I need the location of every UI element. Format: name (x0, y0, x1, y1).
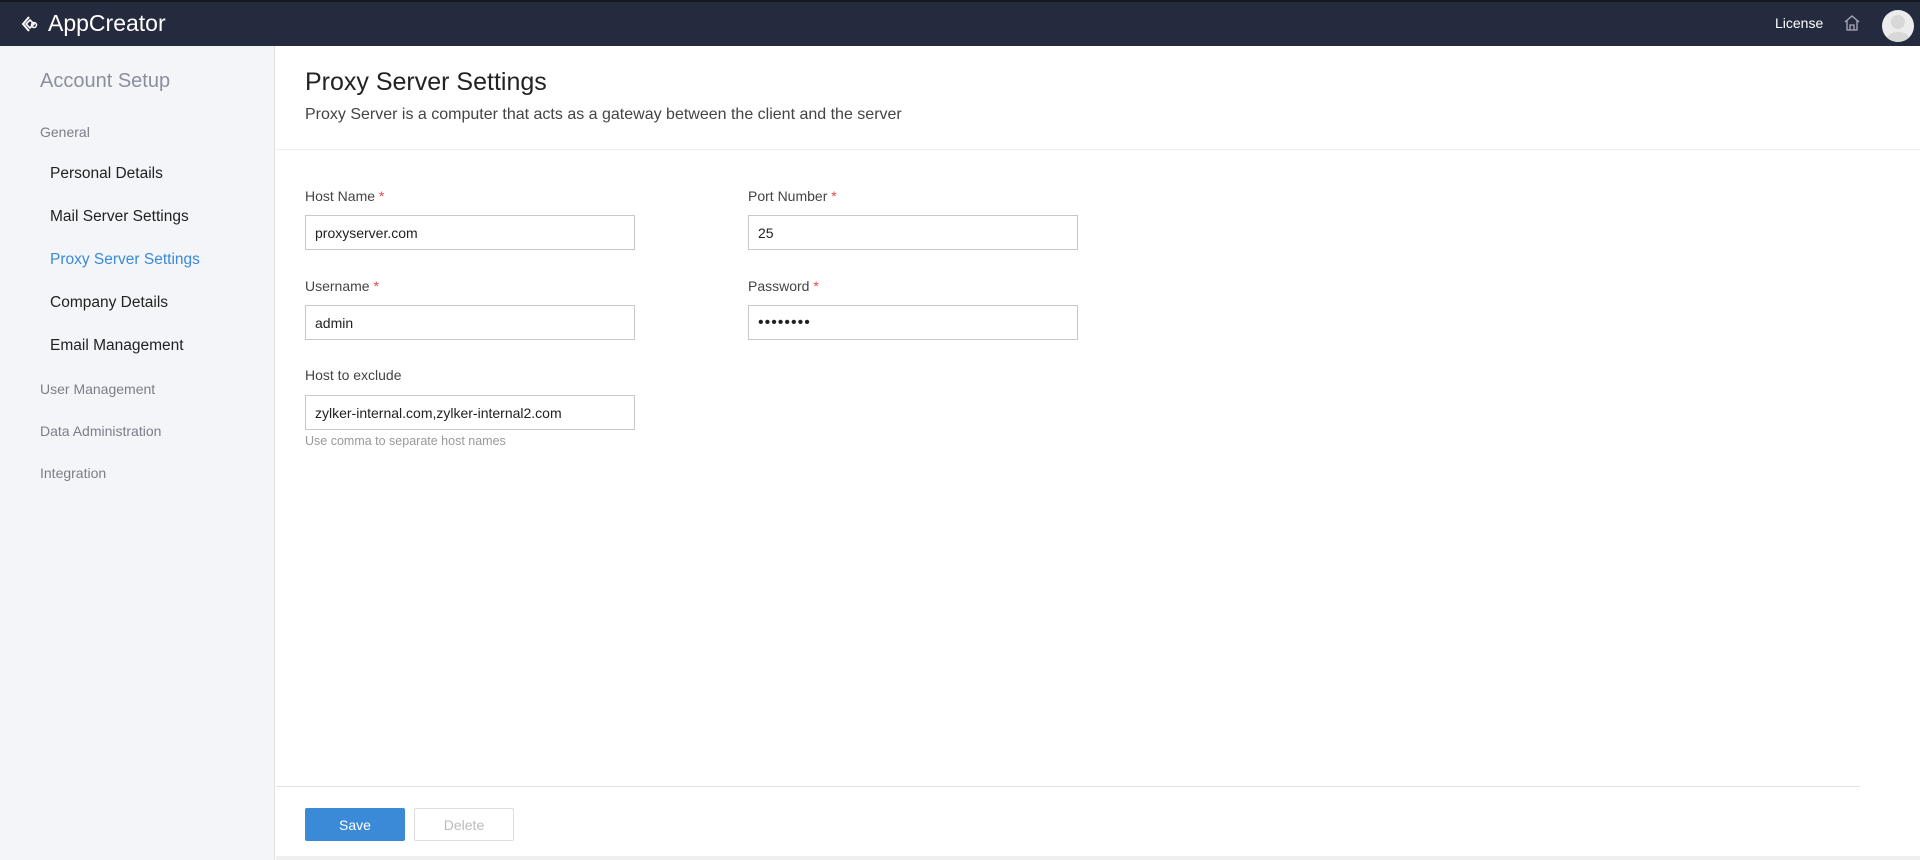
sidebar-section-general[interactable]: General (40, 124, 90, 140)
password-label: Password * (748, 278, 819, 294)
app-logo[interactable]: AppCreator (20, 10, 166, 37)
host-name-label: Host Name * (305, 188, 385, 204)
port-number-label: Port Number * (748, 188, 837, 204)
license-link[interactable]: License (1775, 15, 1823, 31)
user-icon (1886, 15, 1910, 42)
save-button[interactable]: Save (305, 808, 405, 841)
host-exclude-label: Host to exclude (305, 367, 402, 383)
host-exclude-hint: Use comma to separate host names (305, 434, 506, 448)
sidebar-section-data-administration[interactable]: Data Administration (40, 423, 161, 439)
appcreator-logo-icon (21, 15, 38, 32)
sidebar-title: Account Setup (40, 70, 171, 92)
top-bar: AppCreator License (0, 0, 1920, 46)
port-number-input[interactable] (748, 215, 1078, 250)
sidebar-item-proxy-server-settings[interactable]: Proxy Server Settings (50, 251, 200, 269)
host-name-input[interactable] (305, 215, 635, 250)
bottom-strip (276, 856, 1920, 860)
sidebar-section-integration[interactable]: Integration (40, 465, 106, 481)
divider (276, 149, 1920, 150)
footer-divider (276, 786, 1860, 787)
delete-button[interactable]: Delete (414, 808, 514, 841)
username-input[interactable] (305, 305, 635, 340)
page-subtitle: Proxy Server is a computer that acts as … (305, 106, 902, 123)
page-title: Proxy Server Settings (305, 68, 547, 96)
app-name: AppCreator (48, 10, 166, 36)
username-label: Username * (305, 278, 379, 294)
sidebar-item-company-details[interactable]: Company Details (50, 294, 168, 312)
sidebar-item-personal-details[interactable]: Personal Details (50, 165, 163, 183)
home-icon[interactable] (1843, 14, 1861, 32)
password-input[interactable] (748, 305, 1078, 340)
sidebar-section-user-management[interactable]: User Management (40, 381, 155, 397)
sidebar-item-email-management[interactable]: Email Management (50, 337, 184, 355)
sidebar-item-mail-server-settings[interactable]: Mail Server Settings (50, 208, 189, 226)
avatar[interactable] (1882, 10, 1914, 42)
host-exclude-input[interactable] (305, 395, 635, 430)
sidebar: Account Setup General Personal Details M… (0, 46, 275, 860)
